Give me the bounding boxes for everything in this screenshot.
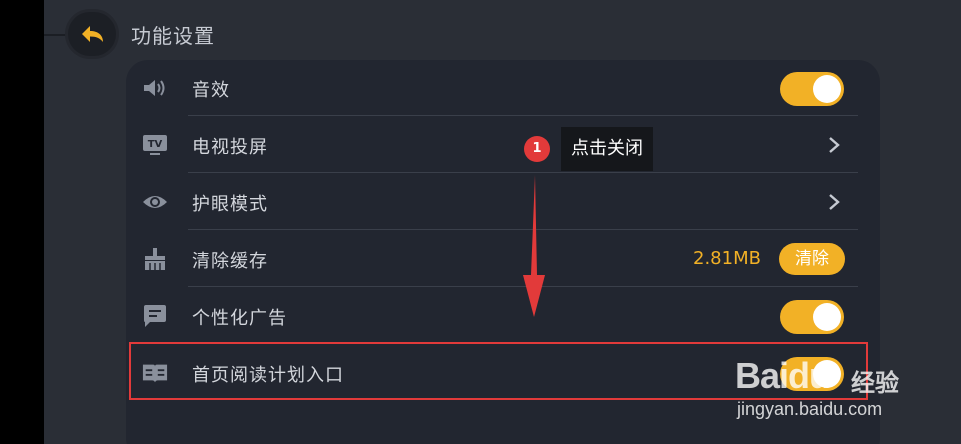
- sound-toggle[interactable]: [780, 72, 844, 106]
- chat-icon: [142, 304, 168, 328]
- annotation-tooltip: 点击关闭: [561, 127, 653, 171]
- watermark-url: jingyan.baidu.com: [737, 399, 883, 419]
- watermark-brand: Baidu: [735, 355, 831, 396]
- tv-icon: TV: [142, 133, 168, 157]
- annotation-arrow: [523, 175, 545, 317]
- setting-label: 护眼模式: [192, 194, 268, 215]
- setting-row-sound[interactable]: 音效: [126, 60, 880, 116]
- back-arrow-icon: [82, 26, 103, 42]
- annotation-step-badge: 1: [524, 136, 550, 162]
- clear-cache-button[interactable]: 清除: [779, 243, 845, 275]
- setting-row-clear-cache: 清除缓存 2.81MB 清除: [126, 231, 880, 287]
- setting-label: 电视投屏: [192, 137, 268, 158]
- setting-row-eye-mode[interactable]: 护眼模式: [126, 174, 880, 230]
- setting-row-personalized-ads[interactable]: 个性化广告: [126, 288, 880, 344]
- setting-label: 音效: [192, 80, 230, 101]
- back-button[interactable]: [68, 12, 116, 56]
- settings-screen: 功能设置 音效 TV 电视投屏 护眼模式 清除缓存 2.81MB 清除 个性化广…: [44, 0, 961, 444]
- baidu-jingyan-watermark: Baidu 经验 jingyan.baidu.com: [735, 355, 915, 425]
- row-divider: [188, 115, 858, 116]
- page-title: 功能设置: [131, 24, 215, 48]
- broom-icon: [142, 247, 168, 271]
- speaker-icon: [142, 76, 168, 100]
- personalized-ads-toggle[interactable]: [780, 300, 844, 334]
- svg-text:TV: TV: [148, 139, 163, 150]
- watermark-brand-suffix: 经验: [851, 369, 899, 397]
- setting-row-tv-cast[interactable]: TV 电视投屏: [126, 117, 880, 173]
- chevron-right-icon[interactable]: [826, 192, 842, 212]
- row-divider: [188, 172, 858, 173]
- chevron-right-icon[interactable]: [826, 135, 842, 155]
- cache-size-value: 2.81MB: [693, 248, 761, 269]
- eye-icon: [142, 190, 168, 214]
- setting-label: 清除缓存: [192, 251, 268, 272]
- setting-label: 个性化广告: [192, 308, 287, 329]
